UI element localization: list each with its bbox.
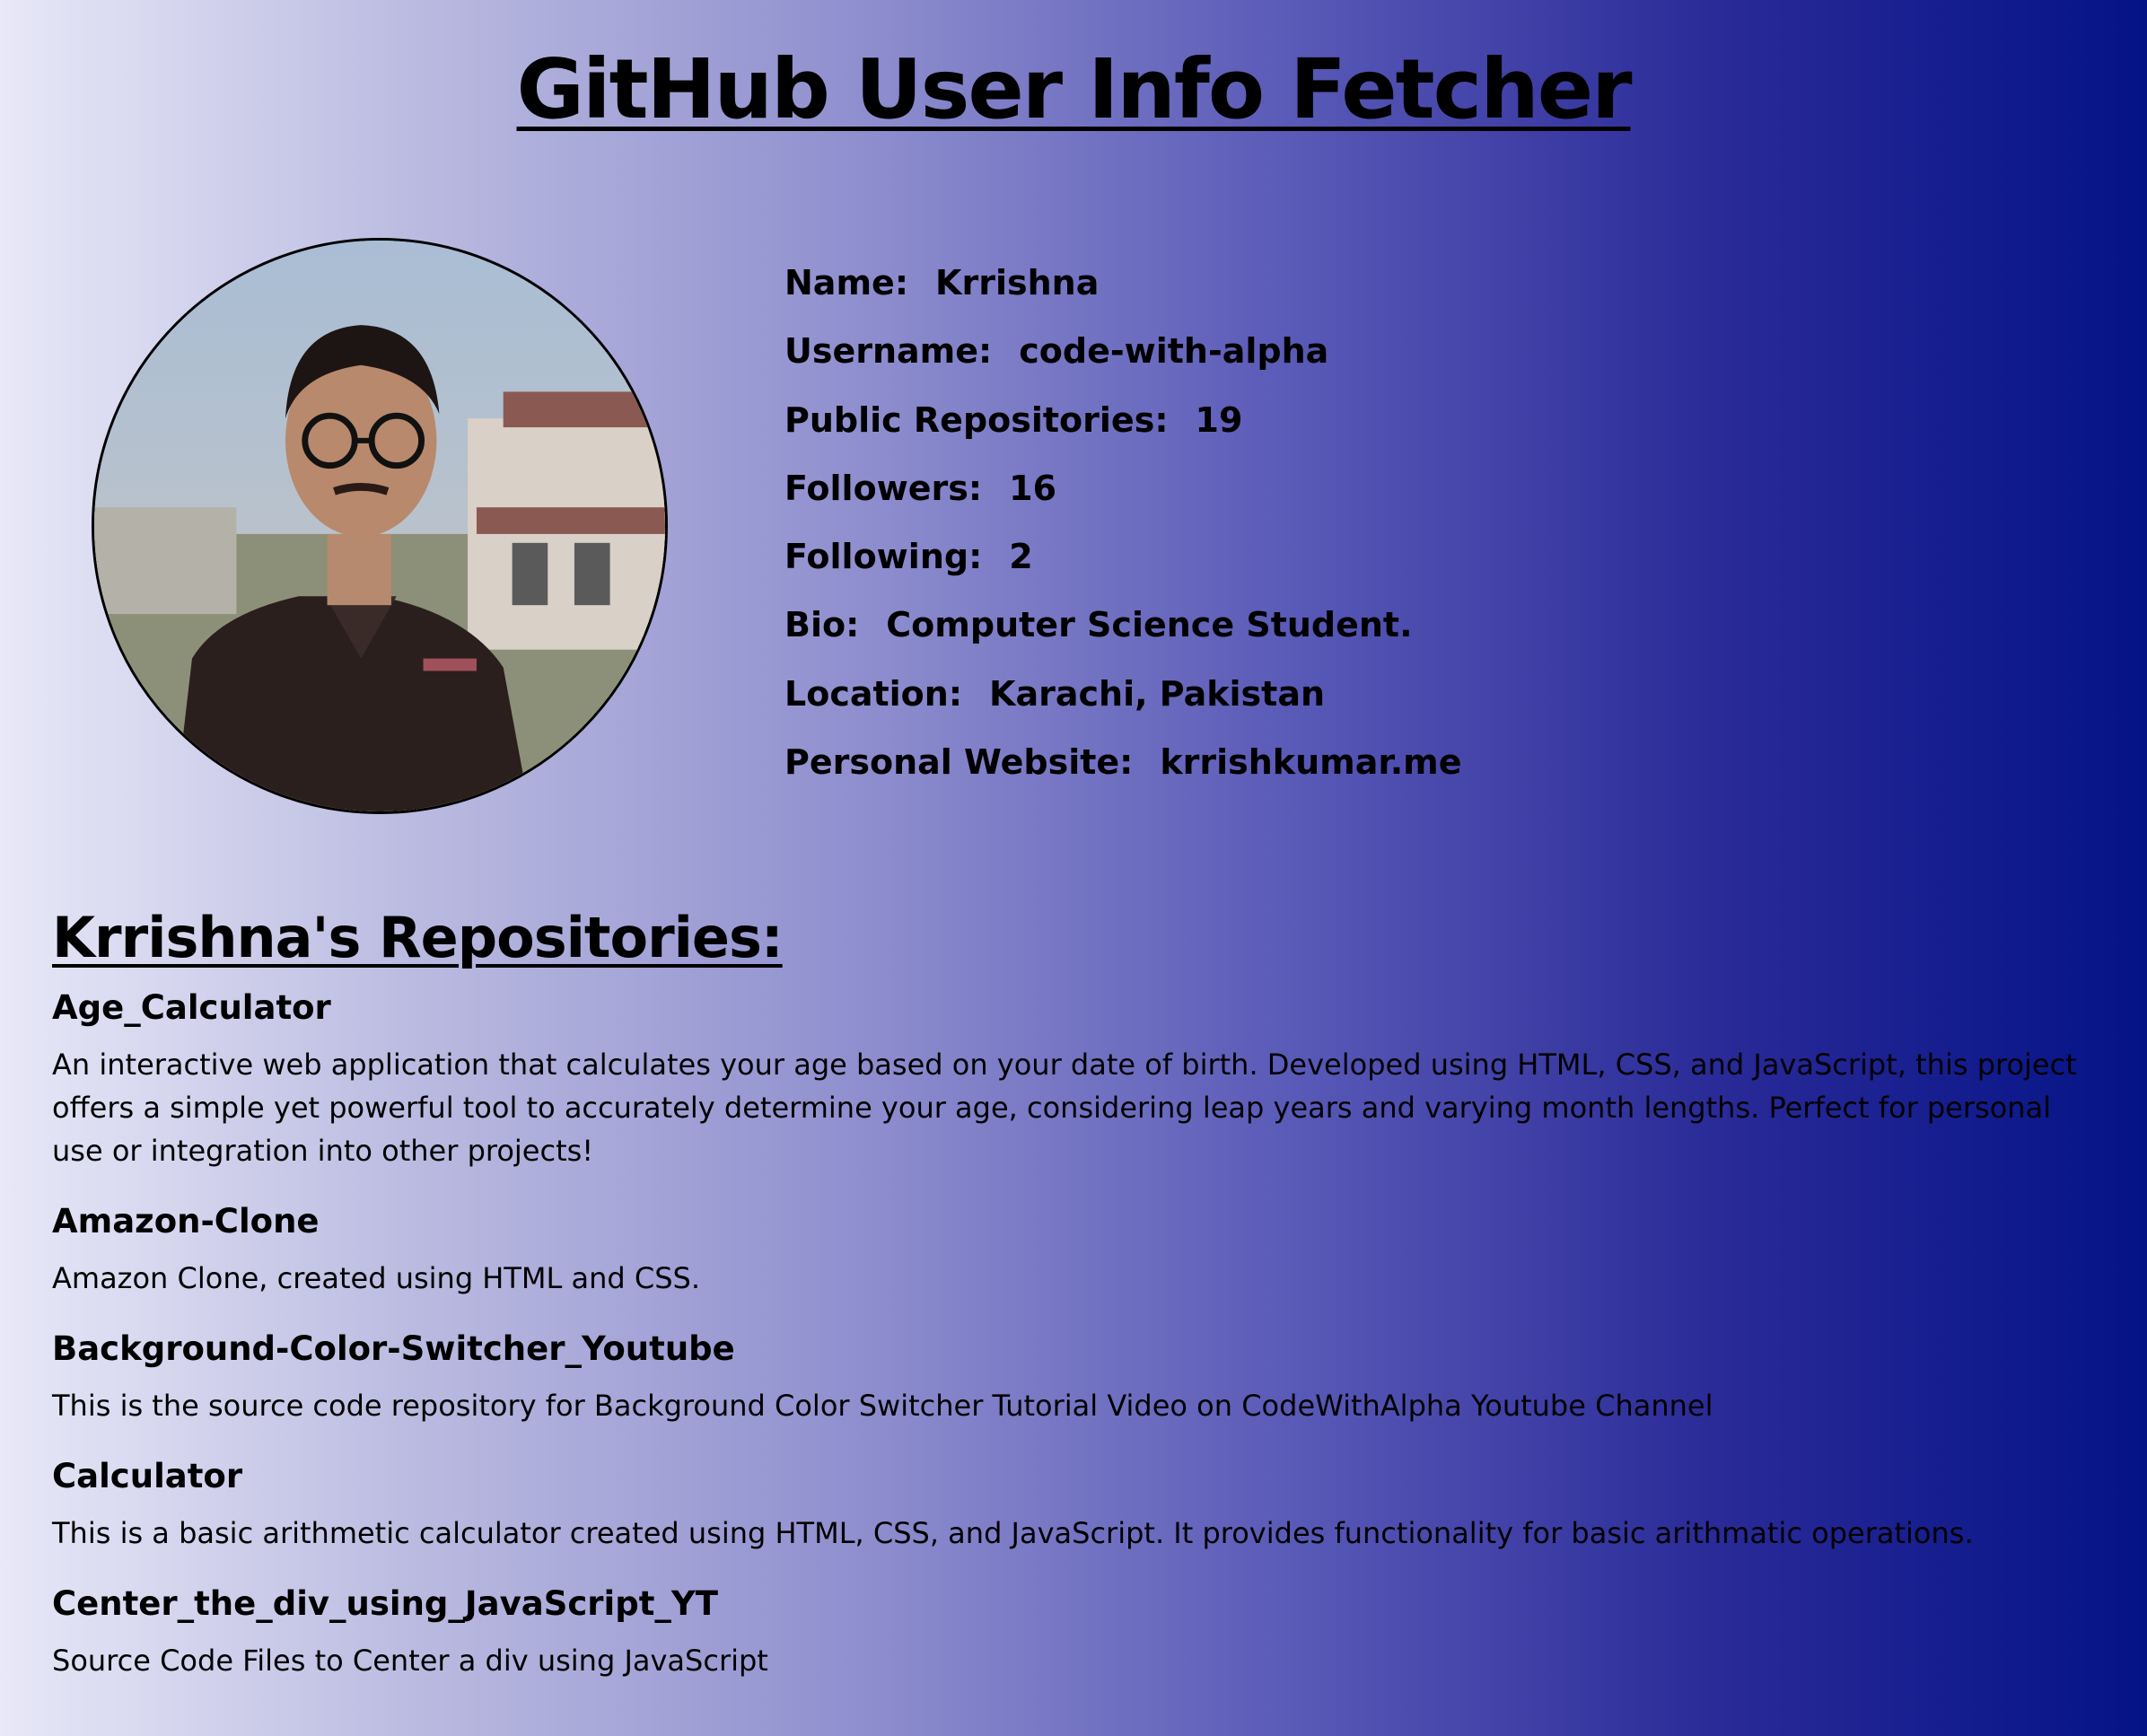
repositories-heading: Krrishna's Repositories: xyxy=(52,905,784,970)
repo-name: Amazon-Clone xyxy=(52,1202,320,1241)
repo-description: An interactive web application that calc… xyxy=(52,1048,2077,1168)
repo-item: Calculator This is a basic arithmetic ca… xyxy=(52,1451,2099,1555)
repo-description: This is the source code repository for B… xyxy=(52,1389,1713,1423)
info-public-repos: Public Repositories: 19 xyxy=(784,399,1243,440)
repo-item: Center_the_div_using_JavaScript_YT Sourc… xyxy=(52,1578,2099,1682)
repo-name: Age_Calculator xyxy=(52,988,331,1027)
repo-name: Center_the_div_using_JavaScript_YT xyxy=(52,1584,718,1623)
info-username: Username: code-with-alpha xyxy=(784,331,1329,372)
info-website: Personal Website: krrishkumar.me xyxy=(784,742,1462,783)
avatar xyxy=(92,238,668,814)
avatar-photo xyxy=(94,241,665,811)
repo-description: This is a basic arithmetic calculator cr… xyxy=(52,1516,1974,1550)
repo-description: Source Code Files to Center a div using … xyxy=(52,1644,768,1678)
info-following: Following: 2 xyxy=(784,537,1033,577)
repo-description: Amazon Clone, created using HTML and CSS… xyxy=(52,1261,701,1295)
repo-name: Background-Color-Switcher_Youtube xyxy=(52,1329,735,1368)
page-title: GitHub User Info Fetcher xyxy=(516,41,1633,137)
info-name: Name: Krrishna xyxy=(784,263,1100,302)
repo-name: Calculator xyxy=(52,1457,243,1495)
repo-item: Background-Color-Switcher_Youtube This i… xyxy=(52,1323,2099,1427)
repositories-section: Krrishna's Repositories: Age_Calculator … xyxy=(52,899,2099,1705)
info-location: Location: Karachi, Pakistan xyxy=(784,673,1326,714)
profile-info: Name: Krrishna Username: code-with-alpha P… xyxy=(784,256,1462,803)
info-followers: Followers: 16 xyxy=(784,468,1057,508)
repo-item: Age_Calculator An interactive web applic… xyxy=(52,982,2099,1172)
repo-item: Amazon-Clone Amazon Clone, created using… xyxy=(52,1196,2099,1300)
info-bio: Bio: Computer Science Student. xyxy=(784,605,1413,645)
